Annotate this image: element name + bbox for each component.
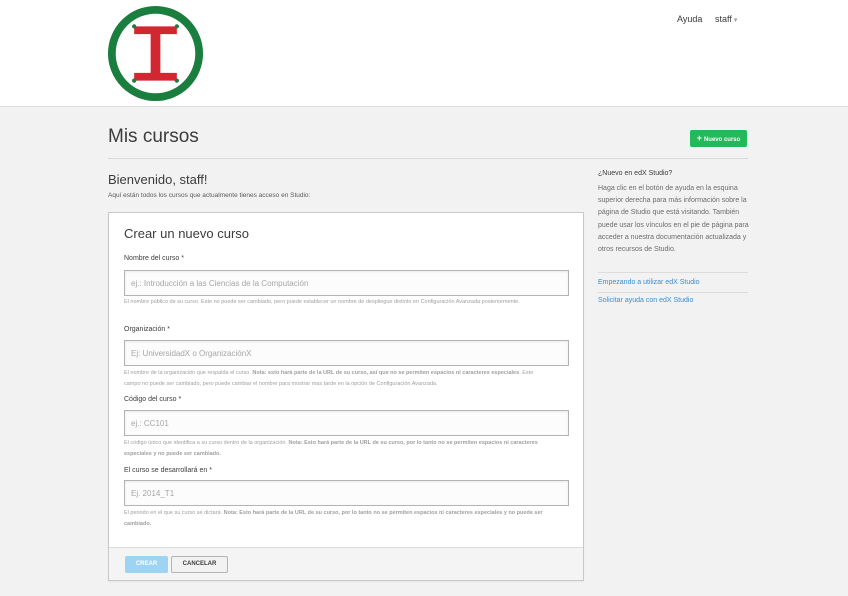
course-name-label: Nombre del curso *: [124, 255, 184, 262]
sidebar-text: Haga clic en el botón de ayuda en la esq…: [598, 185, 749, 254]
sidebar-divider: [598, 292, 748, 293]
sidebar-title: ¿Nuevo en edX Studio?: [598, 170, 673, 177]
new-course-label: Nuevo curso: [703, 137, 741, 143]
new-course-button[interactable]: + Nuevo curso: [690, 130, 747, 147]
welcome-subtitle: Aquí están todos los cursos que actualme…: [108, 192, 311, 199]
course-code-help: El código único que identifica a su curs…: [124, 440, 538, 457]
form-title: Crear un nuevo curso: [124, 226, 250, 241]
course-run-input[interactable]: [124, 480, 569, 506]
user-menu[interactable]: staff ▾: [715, 14, 737, 24]
user-menu-label: staff: [715, 14, 732, 24]
title-divider: [108, 158, 748, 159]
getting-started-link[interactable]: Empezando a utilizar edX Studio: [598, 279, 700, 286]
create-course-form: Crear un nuevo curso Nombre del curso * E…: [108, 212, 584, 581]
page-title: Mis cursos: [108, 126, 199, 147]
course-code-label: Código del curso *: [124, 396, 182, 403]
request-help-link[interactable]: Solicitar ayuda con edX Studio: [598, 297, 693, 304]
course-code-input[interactable]: [124, 410, 569, 436]
course-run-help: El periodo en el que su curso se dictará…: [124, 510, 543, 527]
welcome-title: Bienvenido, staff!: [108, 172, 208, 187]
cancel-button[interactable]: CANCELAR: [171, 556, 228, 573]
institution-logo[interactable]: [107, 5, 204, 102]
top-header: Ayuda staff ▾: [0, 0, 848, 107]
organization-label: Organización *: [124, 326, 170, 333]
course-name-help: El nombre público de su curso. Este no p…: [124, 299, 520, 305]
organization-input[interactable]: [124, 340, 569, 366]
course-name-input[interactable]: [124, 270, 569, 296]
organization-help: El nombre de la organización que respald…: [124, 370, 534, 387]
course-run-label: El curso se desarrollará en *: [124, 467, 212, 474]
chevron-down-icon: ▾: [733, 17, 738, 24]
help-link[interactable]: Ayuda: [677, 14, 702, 24]
plus-icon: +: [696, 133, 702, 143]
sidebar-divider: [598, 272, 748, 273]
create-button[interactable]: CREAR: [125, 556, 168, 573]
form-actions: CREAR CANCELAR: [109, 547, 583, 580]
